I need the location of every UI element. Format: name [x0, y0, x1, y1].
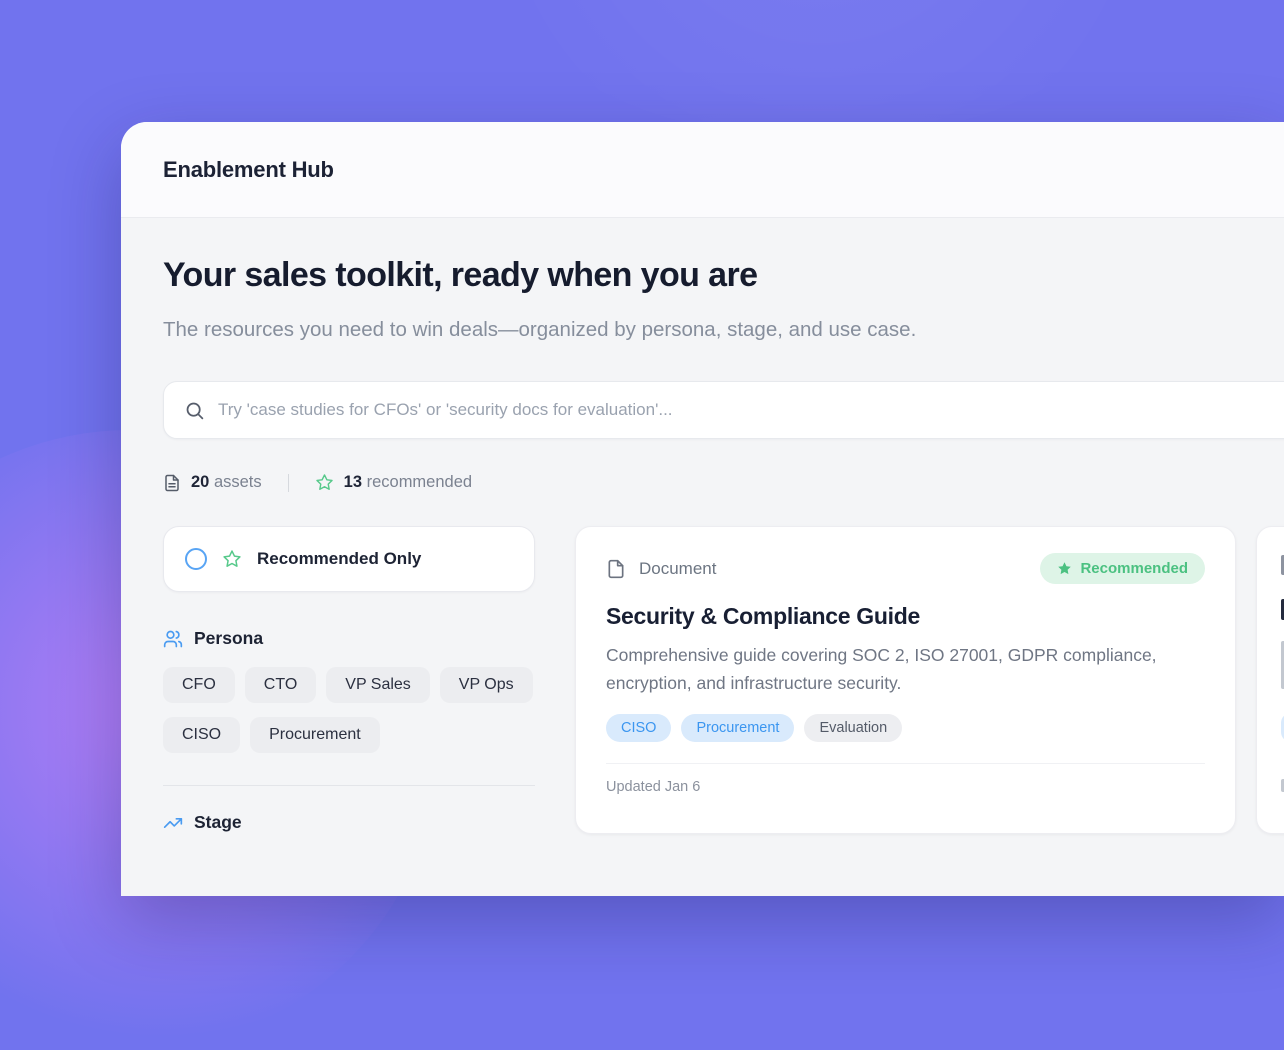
- recommended-badge: Recommended: [1040, 553, 1205, 584]
- recommended-only-label: Recommended Only: [257, 549, 421, 569]
- recommended-only-toggle[interactable]: Recommended Only: [163, 526, 535, 592]
- tag-procurement[interactable]: Procurement: [681, 714, 794, 742]
- stats-row: 20 assets 13 recommended: [163, 473, 1284, 492]
- assets-count: 20: [191, 473, 209, 491]
- recommended-stat: 13 recommended: [315, 473, 472, 492]
- enablement-hub-panel: Enablement Hub Your sales toolkit, ready…: [121, 122, 1284, 896]
- page-subtitle: The resources you need to win deals—orga…: [163, 309, 978, 351]
- recommended-stat-text: 13 recommended: [344, 473, 472, 492]
- persona-chips: CFO CTO VP Sales VP Ops CISO Procurement: [163, 667, 535, 753]
- assets-stat: 20 assets: [163, 473, 262, 492]
- trending-up-icon: [163, 813, 183, 833]
- persona-chip-ciso[interactable]: CISO: [163, 717, 240, 753]
- card-divider: [606, 763, 1205, 764]
- stage-section-header: Stage: [163, 812, 535, 833]
- assets-label: assets: [214, 473, 262, 491]
- tag-evaluation[interactable]: Evaluation: [804, 714, 902, 742]
- recommended-label: recommended: [367, 473, 472, 491]
- star-filled-icon: [1057, 561, 1072, 576]
- persona-chip-procurement[interactable]: Procurement: [250, 717, 380, 753]
- assets-stat-text: 20 assets: [191, 473, 262, 492]
- persona-chip-vp-sales[interactable]: VP Sales: [326, 667, 430, 703]
- file-text-icon: [163, 474, 181, 492]
- panel-header: Enablement Hub: [121, 122, 1284, 218]
- asset-tags: CISO Procurement Evaluation: [606, 714, 1205, 742]
- search-bar[interactable]: [163, 381, 1284, 439]
- page-title: Your sales toolkit, ready when you are: [163, 256, 1284, 295]
- tag-ciso[interactable]: CISO: [606, 714, 671, 742]
- filters-sidebar: Recommended Only Persona CFO: [163, 526, 535, 833]
- asset-card-security-compliance[interactable]: Document Recommended Security & Complian…: [575, 526, 1236, 834]
- app-title: Enablement Hub: [163, 157, 334, 183]
- search-icon: [184, 400, 205, 421]
- background-highlight: [430, 0, 1210, 140]
- asset-updated: Updated Jan 6: [606, 779, 1205, 795]
- toggle-circle-icon[interactable]: [185, 548, 207, 570]
- asset-cards-row: Document Recommended Security & Complian…: [575, 526, 1284, 834]
- asset-title: Security & Compliance Guide: [606, 603, 1205, 630]
- stage-section-label: Stage: [194, 812, 242, 833]
- asset-card-partial[interactable]: [1256, 526, 1284, 834]
- persona-chip-cfo[interactable]: CFO: [163, 667, 235, 703]
- card-type: Document: [606, 559, 716, 579]
- file-icon: [606, 559, 626, 579]
- star-icon: [222, 549, 242, 569]
- asset-description: Comprehensive guide covering SOC 2, ISO …: [606, 641, 1196, 697]
- card-type-label: Document: [639, 559, 716, 579]
- recommended-count: 13: [344, 473, 362, 491]
- body-row: Recommended Only Persona CFO: [163, 526, 1284, 834]
- star-icon: [315, 473, 334, 492]
- users-icon: [163, 629, 183, 649]
- recommended-badge-label: Recommended: [1080, 560, 1188, 577]
- persona-chip-vp-ops[interactable]: VP Ops: [440, 667, 533, 703]
- stats-divider: [288, 474, 289, 492]
- search-input[interactable]: [218, 400, 1284, 420]
- card-top-row: Document Recommended: [606, 553, 1205, 584]
- persona-section-header: Persona: [163, 628, 535, 649]
- sidebar-divider: [163, 785, 535, 786]
- panel-content: Your sales toolkit, ready when you are T…: [121, 218, 1284, 834]
- persona-section-label: Persona: [194, 628, 263, 649]
- persona-chip-cto[interactable]: CTO: [245, 667, 316, 703]
